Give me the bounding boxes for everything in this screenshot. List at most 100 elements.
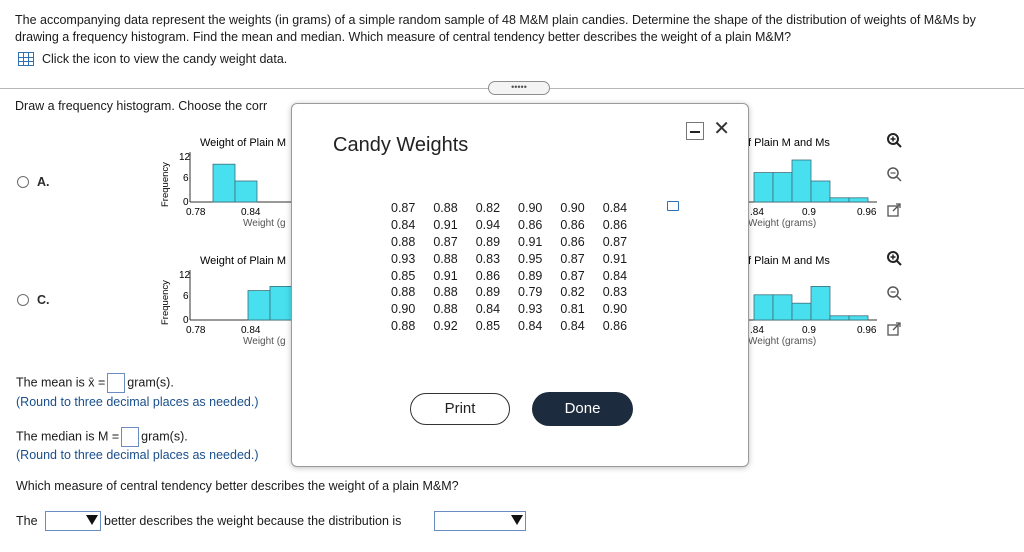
mean-input[interactable] [107, 373, 126, 393]
chart-title: f Plain M and Ms [748, 255, 830, 267]
zoom-in-icon[interactable] [885, 131, 903, 149]
zoom-out-icon[interactable] [885, 284, 903, 302]
table-cell: 0.86 [475, 268, 501, 283]
mean-suffix: gram(s). [127, 375, 174, 390]
data-link-label[interactable]: Click the icon to view the candy weight … [42, 52, 287, 66]
table-cell: 0.84 [560, 318, 585, 333]
measure-question: Which measure of central tendency better… [16, 479, 459, 493]
table-cell: 0.88 [433, 285, 458, 300]
table-cell: 0.91 [518, 234, 543, 249]
x-tick-label: 0.84 [241, 207, 261, 218]
data-link[interactable]: Click the icon to view the candy weight … [18, 52, 287, 66]
table-cell: 0.93 [391, 251, 416, 266]
histogram-prompt: Draw a frequency histogram. Choose the c… [15, 99, 268, 113]
table-cell: 0.81 [560, 302, 585, 317]
table-cell: 0.85 [391, 268, 416, 283]
table-row: 0.90 0.88 0.84 0.93 0.81 0.90 [382, 301, 636, 318]
copy-icon[interactable] [667, 201, 679, 211]
table-row: 0.88 0.88 0.89 0.79 0.82 0.83 [382, 284, 636, 301]
expand-icon[interactable] [885, 320, 903, 338]
x-tick-label: 0.78 [186, 207, 206, 218]
histogram-bar [772, 294, 793, 321]
x-tick-label: 0.9 [802, 325, 816, 336]
median-input[interactable] [121, 427, 140, 447]
table-cell: 0.90 [560, 201, 585, 216]
table-cell: 0.92 [433, 318, 458, 333]
table-cell: 0.88 [433, 201, 458, 216]
x-tick-label: 0.84 [241, 325, 261, 336]
table-cell: 0.88 [391, 234, 416, 249]
expand-button[interactable]: ••••• [488, 81, 550, 95]
table-row: 0.87 0.88 0.82 0.90 0.90 0.84 [382, 200, 636, 217]
mean-hint: (Round to three decimal places as needed… [16, 395, 259, 409]
x-axis-label: Weight (g [243, 218, 286, 229]
table-cell: 0.84 [518, 318, 543, 333]
histogram-bar [829, 197, 850, 203]
x-tick-label: 0.96 [857, 325, 877, 336]
table-cell: 0.91 [433, 268, 458, 283]
table-cell: 0.93 [518, 302, 543, 317]
table-row: 0.85 0.91 0.86 0.89 0.87 0.84 [382, 267, 636, 284]
x-tick-label: 0.9 [802, 207, 816, 218]
x-axis-label: Weight (grams) [748, 218, 816, 229]
table-cell: 0.88 [433, 251, 458, 266]
option-c-left-chart: Weight of Plain M Frequency 12 6 0 0.78 … [160, 255, 292, 347]
table-cell: 0.79 [518, 285, 543, 300]
median-prefix: The median is M = [16, 429, 120, 444]
minimize-icon[interactable] [686, 122, 704, 140]
histogram-bar [791, 302, 812, 321]
histogram-bar [829, 315, 850, 321]
histogram-bar [810, 286, 831, 321]
table-cell: 0.90 [518, 201, 543, 216]
shape-select[interactable] [434, 511, 526, 531]
table-cell: 0.90 [391, 302, 416, 317]
y-tick-label: 12 [179, 152, 191, 163]
close-icon[interactable]: ✕ [713, 119, 730, 139]
table-cell: 0.87 [433, 234, 458, 249]
done-button[interactable]: Done [532, 392, 633, 426]
y-tick-label: 12 [179, 270, 191, 281]
mean-row: The mean is x̄ = gram(s). [16, 373, 174, 393]
x-tick-label: 0.78 [186, 325, 206, 336]
table-cell: 0.84 [602, 268, 628, 283]
question-text: The accompanying data represent the weig… [15, 13, 976, 44]
histogram-bar [848, 197, 869, 203]
chart-title: Weight of Plain M [200, 137, 286, 149]
zoom-out-icon[interactable] [885, 165, 903, 183]
table-cell: 0.84 [391, 218, 416, 233]
table-cell: 0.89 [518, 268, 543, 283]
histogram-bar [848, 315, 869, 321]
median-hint: (Round to three decimal places as needed… [16, 448, 259, 462]
x-tick-label: 0.96 [857, 207, 877, 218]
measure-select[interactable] [45, 511, 101, 531]
table-cell: 0.86 [560, 218, 585, 233]
table-icon[interactable] [18, 52, 34, 66]
zoom-in-icon[interactable] [885, 249, 903, 267]
print-button[interactable]: Print [410, 393, 510, 425]
chart-title: f Plain M and Ms [748, 137, 830, 149]
histogram-bar [247, 290, 271, 321]
dropdown-arrow-icon [86, 515, 98, 525]
option-a-radio[interactable] [17, 176, 29, 188]
y-axis-label: Frequency [160, 280, 171, 325]
table-cell: 0.89 [475, 285, 501, 300]
table-cell: 0.87 [602, 234, 628, 249]
x-axis-label: Weight (g [243, 336, 286, 347]
option-c-radio[interactable] [17, 294, 29, 306]
table-cell: 0.87 [391, 201, 416, 216]
histogram-bar [234, 180, 258, 203]
expand-icon[interactable] [885, 201, 903, 219]
table-cell: 0.94 [475, 218, 501, 233]
option-a-left-chart: Weight of Plain M Frequency 12 6 0 0.78 … [160, 137, 292, 229]
option-c-right-chart: f Plain M and Ms .84 0.9 0.96 Weight (gr… [747, 255, 877, 347]
final-prefix: The [16, 514, 38, 528]
table-cell: 0.88 [391, 318, 416, 333]
weights-table: 0.87 0.88 0.82 0.90 0.90 0.84 0.84 0.91 0.94 0.86… [382, 200, 636, 334]
table-cell: 0.88 [433, 302, 458, 317]
histogram-bar [269, 286, 292, 321]
table-cell: 0.86 [602, 318, 628, 333]
table-cell: 0.88 [391, 285, 416, 300]
table-cell: 0.82 [475, 201, 501, 216]
chart-title: Weight of Plain M [200, 255, 286, 267]
table-cell: 0.82 [560, 285, 585, 300]
